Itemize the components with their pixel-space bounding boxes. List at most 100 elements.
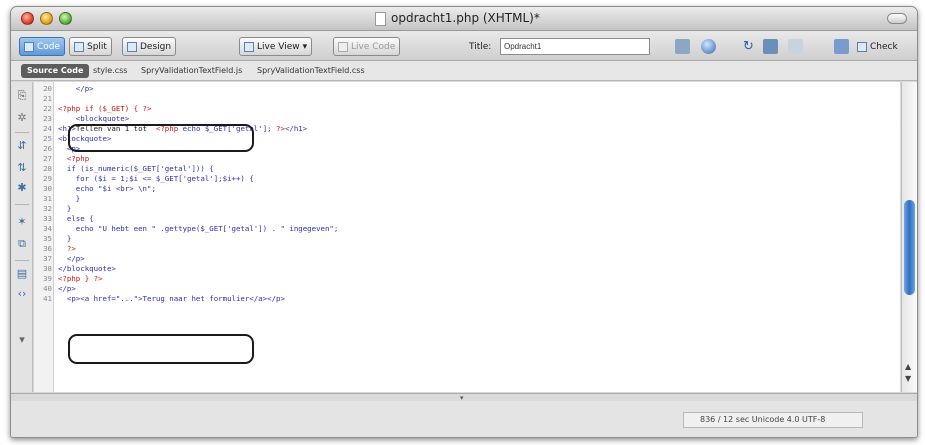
check-page-icon <box>857 41 867 52</box>
code-token-tag: else { <box>58 214 94 223</box>
select-parent-tag-icon[interactable]: ✶ <box>16 216 28 228</box>
show-code-navigator-icon[interactable]: ✲ <box>16 112 28 124</box>
refresh-icon[interactable]: ↻ <box>741 39 756 54</box>
code-token-php: <?php } ?> <box>58 274 103 283</box>
line-number: 41 <box>43 294 52 303</box>
close-window-button[interactable] <box>21 12 34 25</box>
related-file-link[interactable]: style.css <box>93 66 127 75</box>
line-number: 26 <box>43 144 52 153</box>
code-token-php: ?> <box>276 124 285 133</box>
scroll-down-arrow-icon[interactable]: ▼ <box>905 374 911 383</box>
line-number: 37 <box>43 254 52 263</box>
file-management-icon[interactable] <box>675 39 690 54</box>
design-view-button[interactable]: Design <box>122 37 177 56</box>
status-text: 836 / 12 sec Unicode 4.0 UTF-8 <box>683 412 863 428</box>
code-token-tag: </p> <box>58 84 94 93</box>
toolbar-separator <box>15 132 29 133</box>
expand-all-icon[interactable]: ✱ <box>16 182 28 194</box>
line-number: 39 <box>43 274 52 283</box>
code-token-php: ?> <box>58 244 76 253</box>
line-number: 25 <box>43 134 52 143</box>
check-page-button[interactable]: Check <box>857 37 898 56</box>
code-token-tag: </h1> <box>284 124 308 133</box>
split-view-icon <box>74 41 84 52</box>
line-number: 36 <box>43 244 52 253</box>
move-css-icon[interactable]: ▾ <box>16 334 28 346</box>
code-text: echo "$i <br> \n"; <box>58 184 156 194</box>
code-token-tag: echo "U hebt een " .gettype($_GET['getal… <box>58 224 339 233</box>
vertical-scrollbar[interactable]: ▲ ▼ <box>901 82 917 392</box>
code-text: <?php <box>58 154 89 164</box>
line-number: 22 <box>43 104 52 113</box>
related-file-link[interactable]: SpryValidationTextField.css <box>257 66 365 75</box>
code-text: for ($i = 1;$i <= $_GET['getal'];$i++) { <box>58 174 254 184</box>
line-number: 29 <box>43 174 52 183</box>
line-number: 21 <box>43 94 52 103</box>
code-token-php: <?php if ($_GET) { ?> <box>58 104 152 113</box>
wrap-tag-icon[interactable]: ▤ <box>16 268 28 280</box>
live-view-icon <box>244 41 254 52</box>
code-text: <?php } ?> <box>58 274 103 284</box>
visual-aids-icon[interactable] <box>788 39 803 54</box>
code-token-php: <?php <box>58 154 90 163</box>
line-number: 23 <box>43 114 52 123</box>
code-text: if (is_numeric($_GET['getal'])) { <box>58 164 214 174</box>
document-icon <box>375 12 386 26</box>
code-hints-icon[interactable]: ‹› <box>16 288 28 300</box>
line-number: 30 <box>43 184 52 193</box>
open-documents-icon[interactable]: ⎘ <box>16 90 28 102</box>
line-number: 32 <box>43 204 52 213</box>
view-options-icon[interactable] <box>763 39 778 54</box>
code-token-tag: <blockquote> <box>58 114 130 123</box>
live-view-button[interactable]: Live View ▾ <box>239 37 313 56</box>
line-number: 35 <box>43 234 52 243</box>
editor-window: opdracht1.php (XHTML)* Code Split Design… <box>10 6 918 438</box>
pane-splitter[interactable]: ▾ <box>11 393 917 402</box>
split-view-button[interactable]: Split <box>69 37 112 56</box>
line-number: 20 <box>43 84 52 93</box>
related-file-link[interactable]: SpryValidationTextField.js <box>141 66 242 75</box>
code-token-tag: } <box>58 234 72 243</box>
code-text: } <box>58 234 71 244</box>
code-text: </blockquote> <box>58 264 116 274</box>
minimize-window-button[interactable] <box>40 12 53 25</box>
code-text: </p> <box>58 254 85 264</box>
balance-braces-icon[interactable]: ⧉ <box>16 238 28 250</box>
code-token-tag: echo "$i <br> \n"; <box>58 184 156 193</box>
line-number: 28 <box>43 164 52 173</box>
line-number: 40 <box>43 284 52 293</box>
split-view-label: Split <box>87 41 107 52</box>
code-token-tag: if (is_numeric($_GET['getal'])) { <box>58 164 214 173</box>
line-number: 27 <box>43 154 52 163</box>
collapse-selection-icon[interactable]: ⇅ <box>16 162 28 174</box>
live-code-button[interactable]: Live Code <box>333 37 401 56</box>
code-text: </p> <box>58 84 94 94</box>
toolbar-separator <box>15 260 29 261</box>
validate-markup-icon[interactable] <box>834 39 849 54</box>
coding-toolbar: ⎘ ✲ ⇵ ⇅ ✱ ✶ ⧉ ▤ ‹› ▾ <box>11 82 33 392</box>
code-view-icon <box>24 41 34 52</box>
status-bar: 836 / 12 sec Unicode 4.0 UTF-8 <box>11 401 917 437</box>
code-token-tag: </p> <box>58 284 76 293</box>
document-title-input[interactable] <box>500 38 650 55</box>
code-text: ?> <box>58 244 76 254</box>
code-view-label: Code <box>37 41 61 52</box>
title-bar: opdracht1.php (XHTML)* <box>11 7 917 31</box>
live-code-icon <box>338 41 348 52</box>
highlight-php-if-close <box>68 334 254 364</box>
highlight-php-if-open <box>68 124 254 152</box>
code-view-button[interactable]: Code <box>19 37 66 56</box>
code-token-tag: } <box>58 194 81 203</box>
code-text: } <box>58 194 80 204</box>
live-code-label: Live Code <box>351 41 396 52</box>
scroll-thumb[interactable] <box>904 200 915 295</box>
collapse-full-tag-icon[interactable]: ⇵ <box>16 140 28 152</box>
toolbar-toggle-button[interactable] <box>887 13 907 24</box>
scroll-up-arrow-icon[interactable]: ▲ <box>905 362 911 371</box>
preview-in-browser-icon[interactable] <box>701 39 716 54</box>
check-page-label: Check <box>870 41 898 52</box>
design-view-label: Design <box>140 41 172 52</box>
zoom-window-button[interactable] <box>59 12 72 25</box>
source-code-button[interactable]: Source Code <box>21 64 90 78</box>
code-text: echo "U hebt een " .gettype($_GET['getal… <box>58 224 339 234</box>
